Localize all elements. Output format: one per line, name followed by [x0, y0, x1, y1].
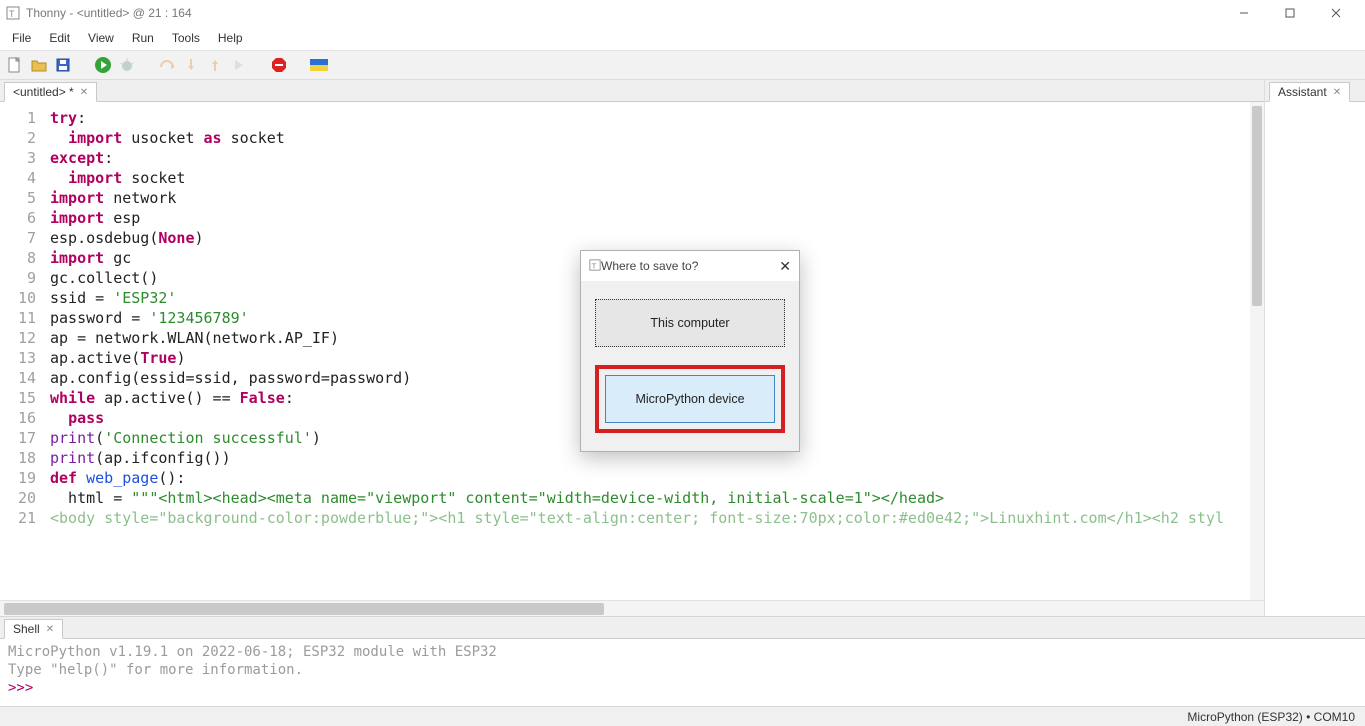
window-controls — [1221, 0, 1359, 26]
tab-close-icon[interactable]: ✕ — [46, 624, 54, 635]
maximize-button[interactable] — [1267, 0, 1313, 26]
tab-label: Assistant — [1278, 85, 1327, 99]
button-label: MicroPython device — [635, 392, 744, 406]
app-icon: T — [6, 6, 20, 20]
save-micropython-highlight: MicroPython device — [595, 365, 785, 433]
menu-help[interactable]: Help — [210, 28, 251, 48]
dialog-close-icon[interactable]: ✕ — [779, 258, 791, 275]
assistant-pane: Assistant ✕ — [1265, 80, 1365, 616]
save-location-dialog: T Where to save to? ✕ This computer Micr… — [580, 250, 800, 452]
menu-file[interactable]: File — [4, 28, 39, 48]
shell-body[interactable]: MicroPython v1.19.1 on 2022-06-18; ESP32… — [0, 639, 1365, 706]
editor-tabs: <untitled> * ✕ — [0, 80, 1264, 102]
dialog-titlebar: T Where to save to? ✕ — [581, 251, 799, 281]
app-icon: T — [589, 259, 601, 274]
window-titlebar: T Thonny - <untitled> @ 21 : 164 — [0, 0, 1365, 26]
assistant-tab[interactable]: Assistant ✕ — [1269, 82, 1350, 102]
stop-icon[interactable] — [270, 56, 288, 74]
toolbar — [0, 50, 1365, 80]
close-button[interactable] — [1313, 0, 1359, 26]
tab-close-icon[interactable]: ✕ — [1333, 87, 1341, 98]
step-into-icon[interactable] — [182, 56, 200, 74]
menu-edit[interactable]: Edit — [41, 28, 78, 48]
debug-icon[interactable] — [118, 56, 136, 74]
shell-pane: Shell ✕ MicroPython v1.19.1 on 2022-06-1… — [0, 616, 1365, 706]
interpreter-status[interactable]: MicroPython (ESP32) • COM10 — [1187, 710, 1355, 724]
step-over-icon[interactable] — [158, 56, 176, 74]
line-number-gutter: 123456789101112131415161718192021 — [0, 102, 42, 600]
save-file-icon[interactable] — [54, 56, 72, 74]
menu-run[interactable]: Run — [124, 28, 162, 48]
svg-text:T: T — [9, 9, 15, 19]
editor-tab-untitled[interactable]: <untitled> * ✕ — [4, 82, 97, 102]
shell-tab[interactable]: Shell ✕ — [4, 619, 63, 639]
new-file-icon[interactable] — [6, 56, 24, 74]
resume-icon[interactable] — [230, 56, 248, 74]
shell-prompt: >>> — [8, 680, 33, 696]
menu-bar: File Edit View Run Tools Help — [0, 26, 1365, 50]
step-out-icon[interactable] — [206, 56, 224, 74]
run-icon[interactable] — [94, 56, 112, 74]
status-bar: MicroPython (ESP32) • COM10 — [0, 706, 1365, 726]
open-file-icon[interactable] — [30, 56, 48, 74]
menu-tools[interactable]: Tools — [164, 28, 208, 48]
tab-label: Shell — [13, 622, 40, 636]
flag-icon[interactable] — [310, 56, 328, 74]
window-title: Thonny - <untitled> @ 21 : 164 — [26, 6, 192, 20]
shell-line: Type "help()" for more information. — [8, 661, 1357, 679]
minimize-button[interactable] — [1221, 0, 1267, 26]
editor-vertical-scrollbar[interactable] — [1250, 102, 1264, 600]
menu-view[interactable]: View — [80, 28, 122, 48]
button-label: This computer — [650, 316, 729, 330]
shell-line: MicroPython v1.19.1 on 2022-06-18; ESP32… — [8, 643, 1357, 661]
svg-text:T: T — [592, 261, 597, 270]
tab-label: <untitled> * — [13, 85, 74, 99]
editor-horizontal-scrollbar[interactable] — [0, 600, 1264, 616]
dialog-title: Where to save to? — [601, 259, 698, 273]
tab-close-icon[interactable]: ✕ — [80, 87, 88, 98]
assistant-body — [1265, 102, 1365, 616]
save-micropython-button[interactable]: MicroPython device — [605, 375, 775, 423]
save-this-computer-button[interactable]: This computer — [595, 299, 785, 347]
